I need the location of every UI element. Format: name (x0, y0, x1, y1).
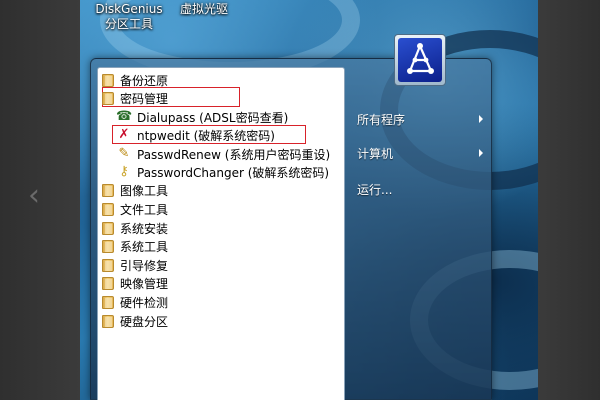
folder-label: 备份还原 (120, 73, 169, 88)
folder-label: 硬件检测 (120, 295, 169, 310)
programs-list: 备份还原 密码管理 ☎ Dialupass (ADSL密码查看) ✗ ntpwe… (97, 67, 345, 400)
folder-icon (102, 73, 114, 87)
folder-label: 硬盘分区 (120, 314, 169, 329)
folder-icon (102, 314, 114, 328)
folder-label: 系统安装 (120, 221, 169, 236)
dialupass-icon: ☎ (116, 109, 133, 124)
app-label: ntpwedit (破解系统密码) (137, 128, 275, 143)
passwordchanger-icon: ⚷ (119, 164, 129, 179)
app-ntpwedit[interactable]: ✗ ntpwedit (破解系统密码) (116, 126, 275, 144)
app-passwdrenew[interactable]: ✎ PasswdRenew (系统用户密码重设) (116, 145, 331, 163)
run-item[interactable]: 运行... (357, 178, 489, 200)
folder-label: 引导修复 (120, 258, 169, 273)
app-passwordchanger[interactable]: ⚷ PasswordChanger (破解系统密码) (116, 163, 329, 181)
user-picture (398, 38, 442, 82)
all-programs-label: 所有程序 (357, 112, 406, 127)
folder-label: 密码管理 (120, 91, 169, 106)
start-menu: 备份还原 密码管理 ☎ Dialupass (ADSL密码查看) ✗ ntpwe… (90, 58, 492, 400)
folder-image-tools[interactable]: 图像工具 (102, 181, 168, 199)
run-label: 运行... (357, 182, 393, 197)
nodes-logo-icon (407, 43, 434, 74)
folder-label: 映像管理 (120, 276, 169, 291)
folder-icon (102, 239, 114, 253)
passwdrenew-icon: ✎ (118, 146, 130, 161)
all-programs-item[interactable]: 所有程序 (357, 108, 489, 130)
previous-arrow-icon: ‹ (28, 178, 40, 213)
folder-label: 文件工具 (120, 202, 169, 217)
desktop-icon-diskgenius[interactable]: DiskGenius 分区工具 (92, 2, 166, 32)
folder-boot-repair[interactable]: 引导修复 (102, 256, 168, 274)
desktop-icon-label: 虚拟光驱 (179, 2, 228, 16)
folder-hardware-detect[interactable]: 硬件检测 (102, 293, 168, 311)
computer-item[interactable]: 计算机 (357, 142, 489, 164)
user-picture-tile[interactable] (394, 34, 446, 86)
right-letterbox (538, 0, 600, 400)
folder-disk-partition[interactable]: 硬盘分区 (102, 312, 168, 330)
folder-icon (102, 276, 114, 290)
folder-backup-restore[interactable]: 备份还原 (102, 71, 168, 89)
desktop-icon-label: DiskGenius (95, 2, 163, 16)
submenu-arrow-icon (479, 149, 483, 157)
submenu-arrow-icon (479, 115, 483, 123)
folder-icon (102, 221, 114, 235)
left-letterbox: ‹ (0, 0, 80, 400)
folder-icon (102, 183, 114, 197)
folder-password-management[interactable]: 密码管理 (102, 89, 168, 107)
folder-image-management[interactable]: 映像管理 (102, 274, 168, 292)
computer-label: 计算机 (357, 146, 394, 161)
folder-icon (102, 202, 114, 216)
app-label: Dialupass (ADSL密码查看) (137, 110, 289, 125)
folder-label: 系统工具 (120, 239, 169, 254)
app-label: PasswordChanger (破解系统密码) (137, 165, 330, 180)
folder-icon (102, 295, 114, 309)
desktop-icon-label: 分区工具 (104, 17, 153, 31)
desktop-icon-virtual-drive[interactable]: 虚拟光驱 (174, 2, 234, 17)
folder-system-tools[interactable]: 系统工具 (102, 237, 168, 255)
app-label: PasswdRenew (系统用户密码重设) (137, 147, 331, 162)
folder-icon (102, 258, 114, 272)
folder-system-install[interactable]: 系统安装 (102, 219, 168, 237)
ntpwedit-icon: ✗ (118, 127, 130, 142)
folder-label: 图像工具 (120, 183, 169, 198)
folder-icon (102, 91, 114, 105)
app-dialupass[interactable]: ☎ Dialupass (ADSL密码查看) (116, 108, 288, 126)
folder-file-tools[interactable]: 文件工具 (102, 200, 168, 218)
